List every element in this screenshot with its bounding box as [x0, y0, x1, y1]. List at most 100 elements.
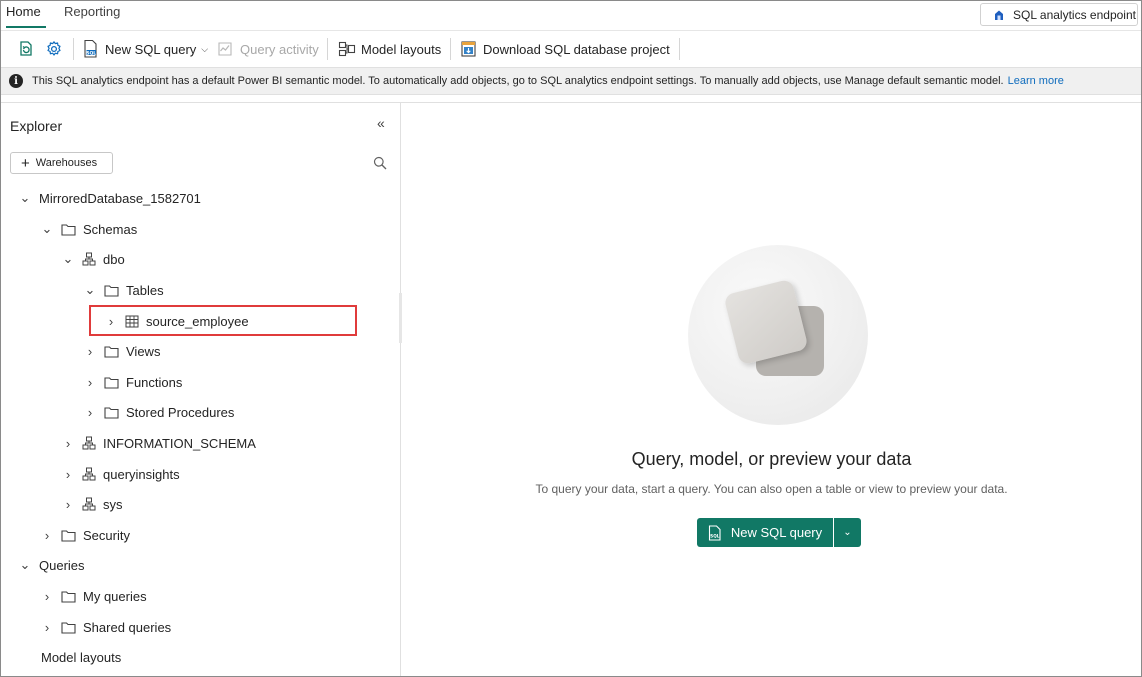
tree-item-security[interactable]: › Security	[41, 522, 130, 548]
model-layouts-button[interactable]: Model layouts	[338, 31, 441, 67]
model-layouts-icon	[338, 41, 356, 57]
empty-state-title: Query, model, or preview your data	[631, 449, 912, 469]
tree-item-dbo[interactable]: ⌄ dbo	[62, 246, 125, 272]
tree-item-label: Security	[83, 527, 130, 543]
chevron-right-icon[interactable]: ›	[41, 589, 53, 604]
folder-icon	[61, 223, 76, 236]
download-project-label: Download SQL database project	[483, 41, 670, 57]
collapse-panel-icon[interactable]: «	[377, 115, 385, 131]
endpoint-selector-label: SQL analytics endpoint	[1013, 7, 1136, 22]
schema-icon	[82, 436, 96, 450]
active-tab-indicator	[6, 26, 46, 28]
chevron-right-icon[interactable]: ›	[84, 375, 96, 390]
query-activity-label: Query activity	[240, 41, 319, 57]
tree-item-tables[interactable]: ⌄ Tables	[84, 277, 164, 303]
schema-icon	[82, 497, 96, 511]
model-layouts-label: Model layouts	[361, 41, 442, 57]
new-sql-query-dropdown[interactable]: ⌄	[834, 518, 861, 547]
ribbon-toolbar: SQL New SQL query ⌵ Query activity Model…	[1, 30, 1141, 66]
tab-home[interactable]: Home	[6, 4, 41, 19]
folder-icon	[61, 529, 76, 542]
tree-item-model-layouts[interactable]: Model layouts	[41, 644, 121, 670]
learn-more-link[interactable]: Learn more	[1008, 75, 1064, 87]
chevron-right-icon[interactable]: ›	[62, 436, 74, 451]
tree-item-stored-procedures[interactable]: › Stored Procedures	[84, 399, 235, 425]
folder-icon	[104, 376, 119, 389]
folder-icon	[104, 345, 119, 358]
tree-item-views[interactable]: › Views	[84, 338, 161, 364]
gear-icon	[47, 41, 61, 56]
tree-item-label: Functions	[126, 374, 183, 390]
highlight-annotation	[89, 305, 357, 336]
tree-item-label: Model layouts	[41, 649, 122, 665]
download-project-button[interactable]: Download SQL database project	[460, 31, 670, 67]
chevron-down-icon: ⌄	[843, 527, 852, 538]
tree-item-label: Queries	[39, 557, 85, 573]
new-sql-query-cta-button[interactable]: SQL New SQL query	[697, 518, 833, 547]
tree-item-label: INFORMATION_SCHEMA	[103, 435, 256, 451]
chevron-right-icon[interactable]: ›	[84, 344, 96, 359]
new-sql-query-label: New SQL query	[105, 41, 197, 57]
refresh-icon	[20, 41, 32, 56]
explorer-panel: Explorer « + Warehouses ⌄ MirroredDataba…	[1, 103, 402, 676]
tree-item-label: sys	[103, 496, 123, 512]
chevron-right-icon[interactable]: ›	[41, 528, 53, 543]
tree-item-information-schema[interactable]: › INFORMATION_SCHEMA	[62, 430, 256, 456]
sql-file-icon: SQL	[708, 524, 721, 541]
plus-icon: +	[21, 154, 30, 172]
chevron-down-icon[interactable]: ⌄	[19, 557, 31, 573]
chevron-right-icon[interactable]: ›	[62, 467, 74, 482]
chevron-down-icon: ⌵	[201, 43, 209, 54]
tree-item-label: Schemas	[83, 221, 138, 237]
chevron-down-icon[interactable]: ⌄	[19, 190, 31, 206]
tree-item-label: Tables	[126, 282, 164, 298]
chevron-down-icon[interactable]: ⌄	[84, 282, 96, 298]
settings-button[interactable]	[45, 31, 68, 67]
chevron-down-icon[interactable]: ⌄	[62, 251, 74, 267]
svg-text:SQL: SQL	[86, 50, 96, 56]
sql-file-icon: SQL	[84, 39, 97, 58]
tree-item-database[interactable]: ⌄ MirroredDatabase_1582701	[19, 185, 201, 211]
tree-item-label: Stored Procedures	[126, 404, 235, 420]
info-icon: i	[9, 74, 23, 88]
toolbar-separator	[73, 38, 74, 60]
download-project-icon	[461, 41, 476, 57]
tree-item-my-queries[interactable]: › My queries	[41, 583, 147, 609]
ribbon-tab-bar: Home Reporting SQL analytics endpoint	[1, 1, 1141, 29]
activity-icon	[218, 42, 232, 56]
chevron-down-icon[interactable]: ⌄	[41, 221, 53, 237]
new-sql-query-button[interactable]: SQL New SQL query ⌵	[82, 31, 208, 67]
chevron-right-icon[interactable]: ›	[41, 620, 53, 635]
tree-item-shared-queries[interactable]: › Shared queries	[41, 614, 171, 640]
schema-icon	[82, 252, 96, 266]
tree-item-schemas[interactable]: ⌄ Schemas	[41, 216, 138, 242]
folder-icon	[104, 284, 119, 297]
tree-item-sys[interactable]: › sys	[62, 491, 123, 517]
main-canvas: Query, model, or preview your data To qu…	[402, 103, 1141, 676]
endpoint-selector[interactable]: SQL analytics endpoint	[980, 3, 1138, 26]
tree-item-label: MirroredDatabase_1582701	[39, 190, 201, 206]
schema-icon	[82, 467, 96, 481]
tree-item-label: Views	[126, 343, 161, 359]
info-message: This SQL analytics endpoint has a defaul…	[32, 75, 1004, 87]
tab-reporting[interactable]: Reporting	[64, 4, 120, 19]
tree-item-label: My queries	[83, 588, 147, 604]
toolbar-separator	[327, 38, 328, 60]
tree-item-queries[interactable]: ⌄ Queries	[19, 552, 85, 578]
toolbar-separator	[679, 38, 680, 60]
chevron-right-icon[interactable]: ›	[62, 497, 74, 512]
endpoint-icon	[995, 10, 1003, 20]
refresh-button[interactable]	[16, 31, 41, 67]
tree-item-queryinsights[interactable]: › queryinsights	[62, 461, 180, 487]
toolbar-separator	[450, 38, 451, 60]
search-icon[interactable]	[373, 156, 387, 170]
add-warehouses-button[interactable]: + Warehouses	[10, 152, 113, 174]
query-activity-button[interactable]: Query activity	[217, 31, 319, 67]
svg-text:SQL: SQL	[710, 533, 720, 538]
tree-item-functions[interactable]: › Functions	[84, 369, 183, 395]
folder-icon	[61, 590, 76, 603]
tree-item-label: Shared queries	[83, 619, 172, 635]
explorer-title: Explorer	[10, 118, 63, 134]
chevron-right-icon[interactable]: ›	[84, 405, 96, 420]
tree-item-label: queryinsights	[103, 466, 180, 482]
